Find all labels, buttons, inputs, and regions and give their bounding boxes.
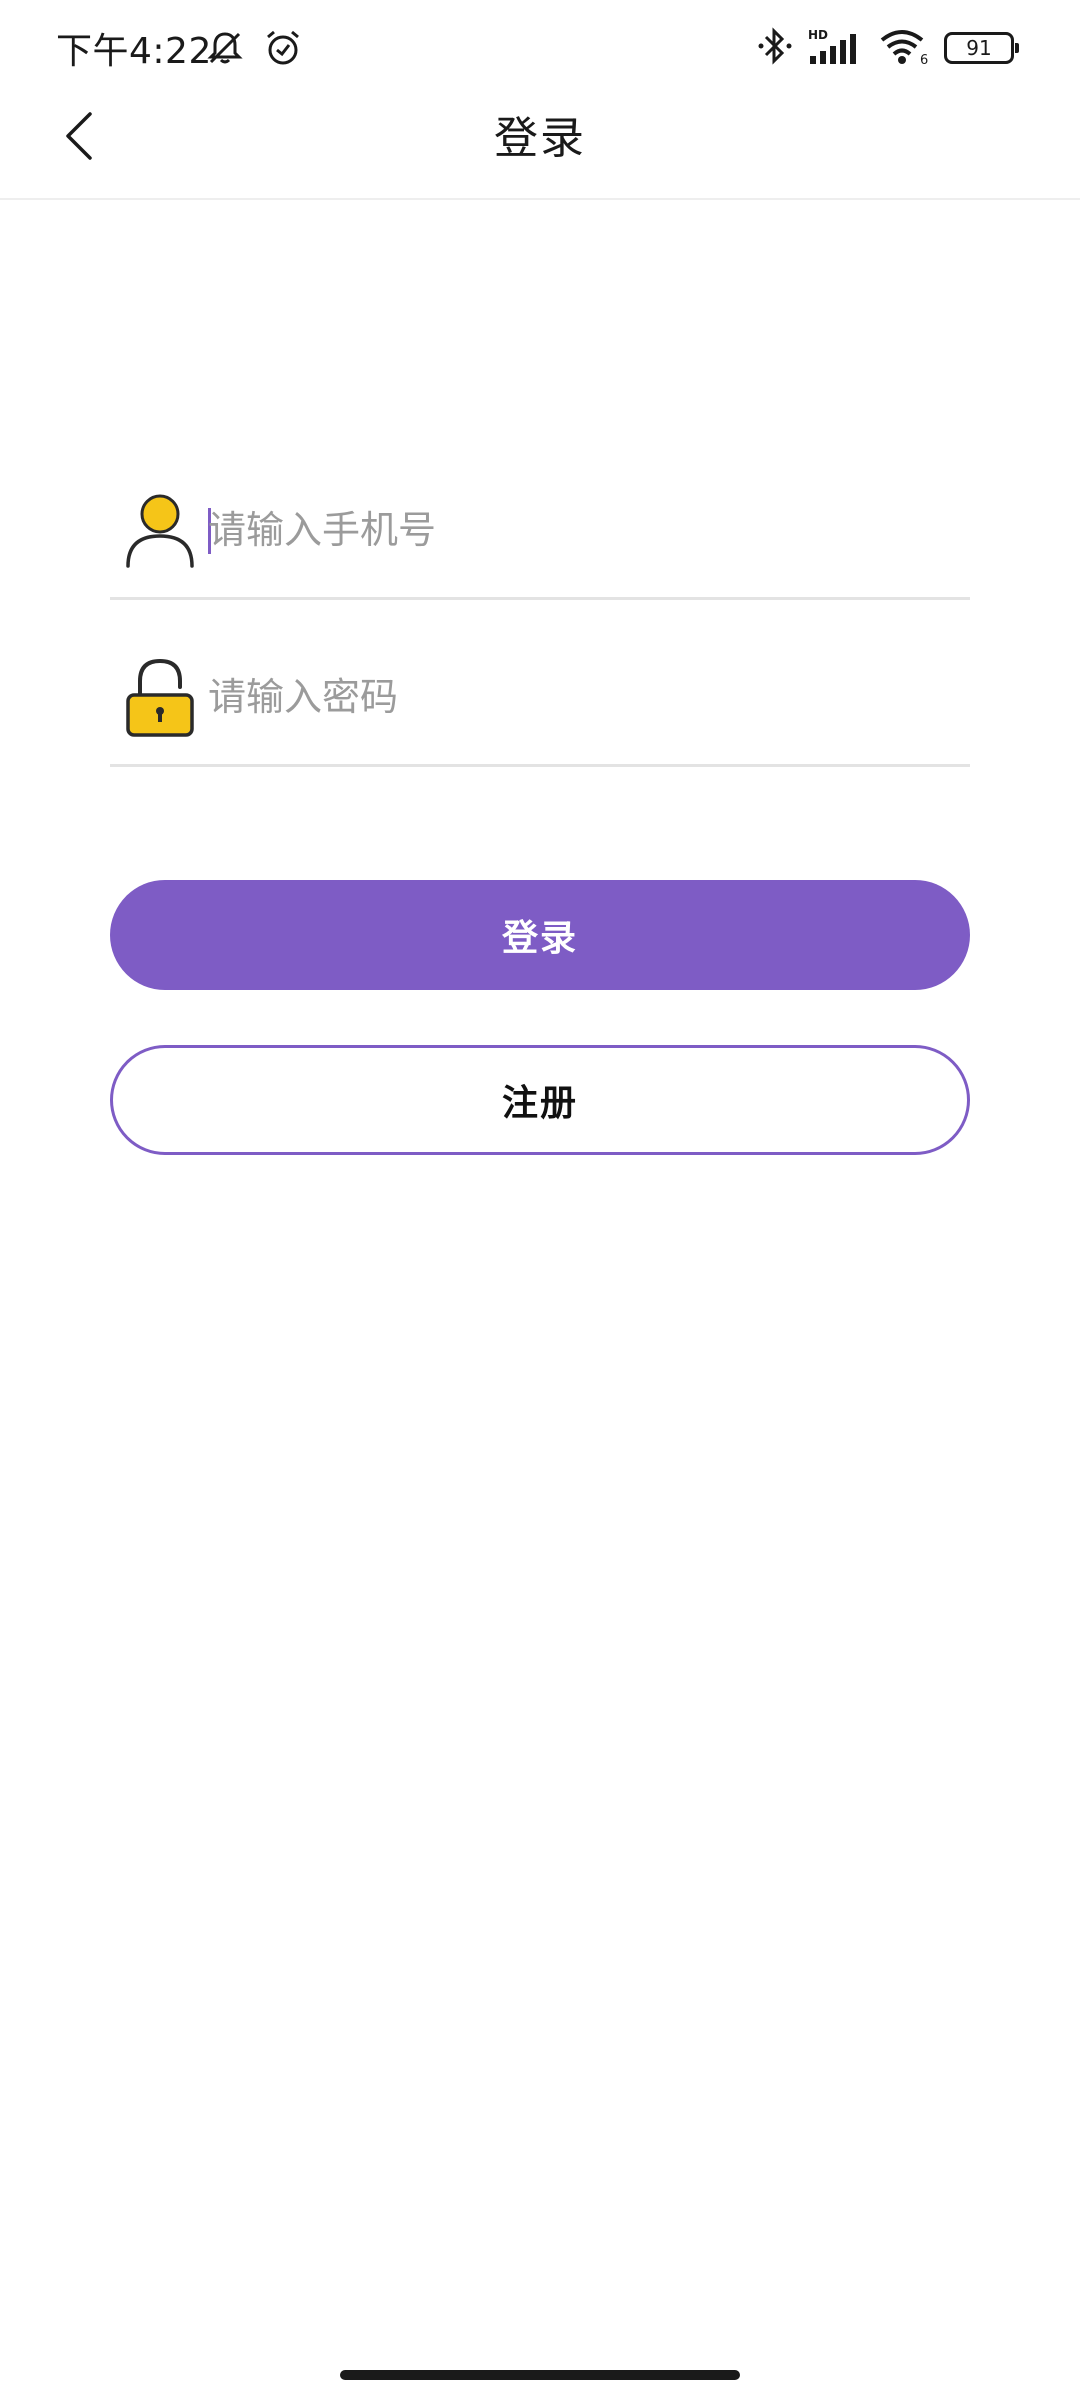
wifi-icon: 6 (878, 26, 930, 70)
mute-bell-icon (205, 28, 245, 72)
status-left-icons (205, 28, 303, 72)
status-time: 下午4:22 (56, 31, 212, 72)
register-button[interactable]: 注册 (110, 1045, 970, 1155)
home-indicator[interactable] (340, 2370, 740, 2380)
hd-signal-icon: HD (806, 26, 864, 70)
bluetooth-icon (758, 26, 792, 70)
password-input[interactable] (208, 667, 948, 727)
battery-indicator: 91 (944, 32, 1019, 64)
alarm-icon (263, 28, 303, 72)
phone-field (110, 490, 970, 600)
login-button[interactable]: 登录 (110, 880, 970, 990)
hd-label: HD (808, 28, 828, 42)
nav-bar: 登录 (0, 90, 1080, 200)
phone-input[interactable] (208, 500, 948, 560)
user-icon (124, 490, 196, 570)
status-right-icons: HD 6 91 (758, 26, 1019, 70)
wifi-6-label: 6 (920, 53, 928, 66)
status-bar: 下午4:22 HD 6 91 (0, 0, 1080, 90)
password-field (110, 657, 970, 767)
page-title: 登录 (494, 113, 586, 164)
login-screen: 下午4:22 HD 6 91 登录 请输入手机号 登录 注册 (0, 0, 1080, 2400)
padlock-icon (124, 657, 196, 737)
